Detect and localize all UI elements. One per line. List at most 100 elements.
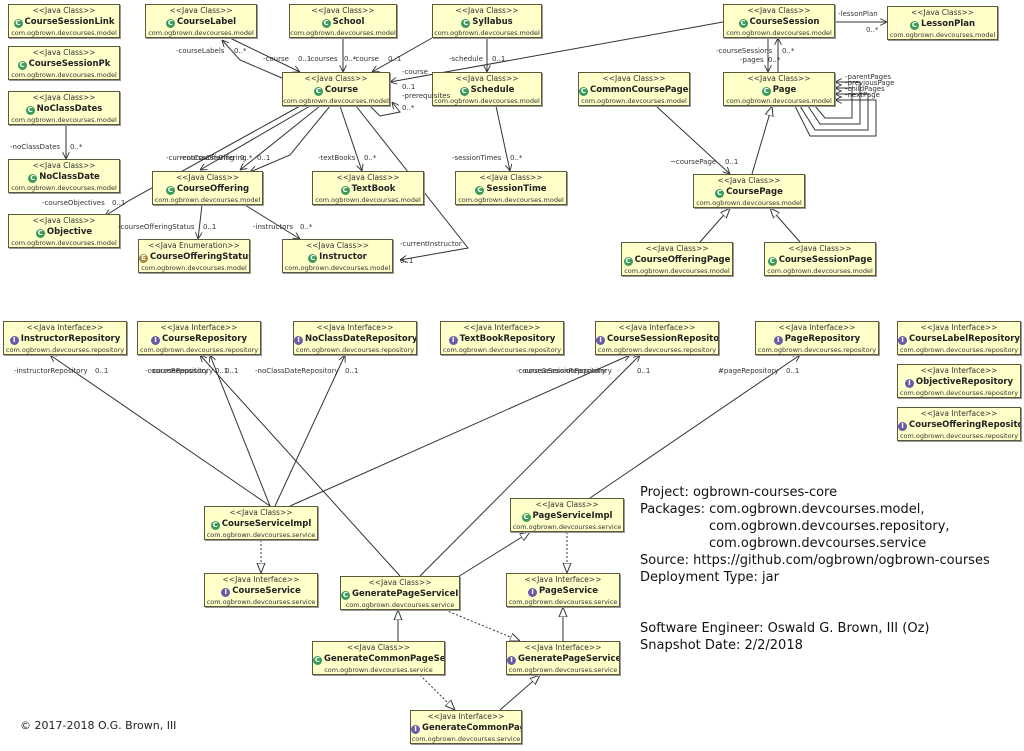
class-name: NoClassDate: [39, 172, 100, 182]
class-box-instructor[interactable]: <<Java Class>> C Instructor com.ogbrown.d…: [282, 239, 393, 273]
class-box-generate-common-page-service-impl[interactable]: <<Java Class>> CGenerateCommonPageServic…: [312, 641, 445, 675]
class-box-instructor-repository[interactable]: <<Java Interface>> I InstructorRepository…: [3, 321, 127, 355]
package-name: com.ogbrown.devcourses.repository: [899, 432, 1019, 440]
class-box-generate-page-service-impl[interactable]: <<Java Class>> CGeneratePageServiceImpl …: [340, 576, 460, 610]
class-box-course-session-link[interactable]: <<Java Class>> C CourseSessionLink com.og…: [8, 4, 120, 38]
package-name: com.ogbrown.devcourses.model: [767, 267, 873, 275]
role-label: -courseSessions: [716, 47, 773, 55]
interface-icon: I: [596, 336, 605, 345]
class-box-no-class-date-repository[interactable]: <<Java Interface>> I NoClassDateRepositor…: [293, 321, 417, 355]
class-name: CourseOffering: [176, 184, 250, 194]
multiplicity-label: 0..1: [400, 257, 414, 265]
class-name: CourseLabelRepository: [909, 334, 1020, 344]
packages-line-2: com.ogbrown.devcourses.repository,: [709, 519, 950, 534]
class-box-course-session-repository[interactable]: <<Java Interface>> I CourseSessionReposit…: [595, 321, 719, 355]
association-line: [200, 355, 401, 577]
class-name: GeneratePageServiceImpl: [352, 589, 459, 599]
class-box-generate-page-service[interactable]: <<Java Interface>> I GeneratePageService …: [506, 641, 620, 675]
stereotype: <<Java Interface>>: [463, 323, 541, 332]
interface-icon: I: [507, 656, 516, 665]
interface-icon: I: [151, 336, 160, 345]
class-name: CourseOfferingPage: [634, 255, 731, 265]
class-box-course-repository[interactable]: <<Java Interface>> I CourseRepository com…: [137, 321, 261, 355]
class-name: CommonCoursePages: [590, 85, 690, 95]
class-box-common-course-pages[interactable]: <<Java Class>> C CommonCoursePages com.og…: [578, 72, 690, 106]
class-box-text-book-repository[interactable]: <<Java Interface>> I TextBookRepository c…: [440, 321, 564, 355]
class-icon: C: [340, 186, 350, 195]
role-label: -pages: [740, 56, 764, 64]
stereotype: <<Java Class>>: [788, 244, 852, 253]
role-label: -nextPage: [845, 91, 880, 99]
association-line: [50, 355, 271, 507]
class-name: CourseOfferingRepository: [909, 420, 1021, 430]
class-box-objective[interactable]: <<Java Class>> C Objective com.ogbrown.de…: [8, 214, 120, 248]
stereotype: <<Java Class>>: [747, 74, 811, 83]
multiplicity-label: 0..1: [725, 158, 739, 166]
class-box-course-session-pk[interactable]: <<Java Class>> C CourseSessionPk com.ogbr…: [8, 46, 120, 80]
class-box-course-label[interactable]: <<Java Class>> C CourseLabel com.ogbrown.…: [145, 4, 257, 38]
stereotype: <<Java Class>>: [455, 74, 519, 83]
multiplicity-label: 0..*: [364, 154, 377, 162]
package-name: com.ogbrown.devcourses.model: [458, 196, 564, 204]
class-box-generate-common-page-service[interactable]: <<Java Interface>> IGenerateCommonPageSe…: [410, 710, 522, 744]
association-line: [289, 355, 630, 507]
class-box-session-time[interactable]: <<Java Class>> C SessionTime com.ogbrown.…: [455, 171, 567, 205]
package-name: com.ogbrown.devcourses.repository: [597, 346, 717, 354]
interface-icon: I: [221, 588, 231, 597]
class-box-text-book[interactable]: <<Java Class>> C TextBook com.ogbrown.dev…: [312, 171, 424, 205]
class-box-page-service[interactable]: <<Java Interface>> I PageService com.ogbr…: [506, 573, 620, 607]
package-name: com.ogbrown.devcourses.model: [889, 31, 996, 39]
class-box-lesson-plan[interactable]: <<Java Class>> C LessonPlan com.ogbrown.d…: [887, 6, 998, 40]
class-box-course-session[interactable]: <<Java Class>> C CourseSession com.ogbrow…: [723, 4, 835, 38]
class-box-course-service[interactable]: <<Java Interface>> I CourseService com.og…: [204, 573, 318, 607]
class-box-school[interactable]: <<Java Class>> C School com.ogbrown.devco…: [289, 4, 397, 38]
class-box-course-service-impl[interactable]: <<Java Class>> C CourseServiceImpl com.og…: [204, 506, 318, 540]
role-label: -sessionTimes: [452, 154, 502, 162]
enum-icon: E: [139, 254, 148, 263]
stereotype: <<Java Class>>: [32, 6, 96, 15]
class-box-course[interactable]: <<Java Class>> C Course com.ogbrown.devco…: [282, 72, 390, 106]
class-name: Objective: [46, 227, 93, 237]
class-name: CourseSessionRepository: [607, 334, 719, 344]
class-box-course-label-repository[interactable]: <<Java Interface>> I CourseLabelRepositor…: [897, 321, 1021, 355]
class-box-objective-repository[interactable]: <<Java Interface>> I ObjectiveRepository …: [897, 364, 1021, 398]
class-name: CourseService: [232, 586, 301, 596]
multiplicity-label: 0..1: [257, 154, 271, 162]
class-name: CourseSessionLink: [24, 17, 115, 27]
stereotype: <<Java Class>>: [311, 6, 375, 15]
role-label: -noClassDateRepository: [255, 367, 339, 375]
package-name: com.ogbrown.devcourses.model: [148, 29, 254, 37]
class-box-course-offering[interactable]: <<Java Class>> C CourseOffering com.ogbro…: [152, 171, 263, 205]
stereotype: <<Java Interface>>: [618, 323, 696, 332]
package-name: com.ogbrown.devcourses.model: [141, 264, 247, 272]
class-box-no-class-dates[interactable]: <<Java Class>> C NoClassDates com.ogbrown…: [8, 91, 120, 125]
class-name: GenerateCommonPageService: [422, 723, 521, 733]
class-name: InstructorRepository: [20, 334, 121, 344]
class-box-course-offering-page[interactable]: <<Java Class>> C CourseOfferingPage com.o…: [621, 242, 733, 276]
class-box-page-repository[interactable]: <<Java Interface>> I PageRepository com.o…: [755, 321, 879, 355]
multiplicity-label: 0..*: [510, 154, 523, 162]
class-icon: C: [521, 513, 531, 522]
class-box-page[interactable]: <<Java Class>> C Page com.ogbrown.devcour…: [723, 72, 835, 106]
class-icon: C: [475, 186, 485, 195]
class-icon: C: [761, 87, 771, 96]
class-box-course-offering-repository[interactable]: <<Java Interface>> I CourseOfferingReposi…: [897, 407, 1021, 441]
class-box-course-offering-status[interactable]: <<Java Enumeration>> E CourseOfferingStat…: [138, 239, 250, 273]
source-url: Source: https://github.com/ogbrown/ogbro…: [640, 553, 990, 568]
class-name: Course: [324, 85, 359, 95]
class-box-schedule[interactable]: <<Java Class>> C Schedule com.ogbrown.dev…: [432, 72, 542, 106]
class-box-course-page[interactable]: <<Java Class>> C CoursePage com.ogbrown.d…: [693, 174, 805, 208]
class-icon: C: [313, 87, 323, 96]
association-line: [589, 355, 800, 499]
packages-line-3: com.ogbrown.devcourses.service: [709, 536, 927, 551]
class-box-no-class-date[interactable]: <<Java Class>> C NoClassDate com.ogbrown.…: [8, 159, 120, 193]
association-line: [244, 204, 300, 239]
class-name: SessionTime: [486, 184, 547, 194]
stereotype: <<Java Class>>: [336, 173, 400, 182]
class-box-page-service-impl[interactable]: <<Java Class>> C PageServiceImpl com.ogbr…: [510, 498, 624, 532]
multiplicity-label: 0..1: [786, 367, 800, 375]
stereotype: <<Java Interface>>: [316, 323, 394, 332]
class-box-syllabus[interactable]: <<Java Class>> C Syllabus com.ogbrown.dev…: [432, 4, 542, 38]
class-name: Syllabus: [472, 17, 513, 27]
class-box-course-session-page[interactable]: <<Java Class>> C CourseSessionPage com.og…: [764, 242, 876, 276]
